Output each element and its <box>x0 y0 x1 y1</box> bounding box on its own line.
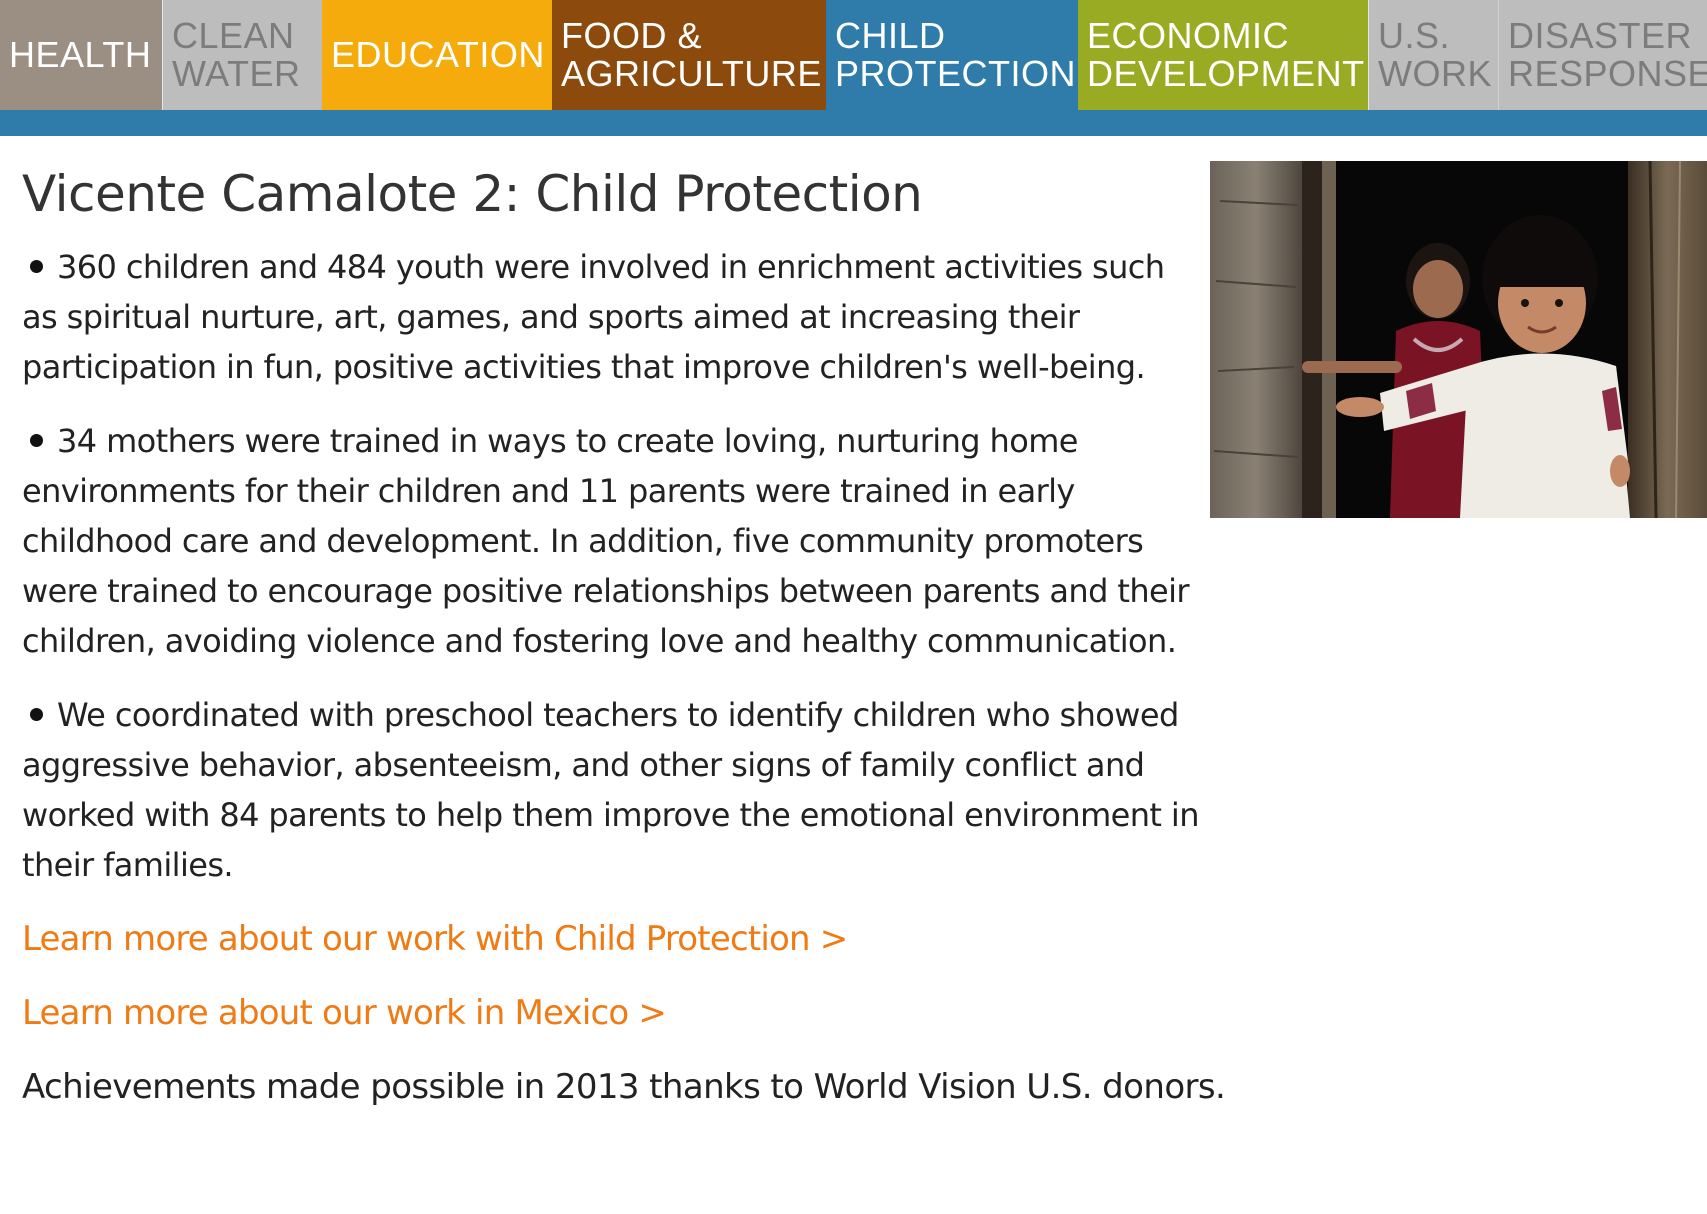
paragraph-text: 34 mothers were trained in ways to creat… <box>22 422 1190 660</box>
tab-label: FOOD & AGRICULTURE <box>561 17 822 93</box>
tab-label-line: CHILD <box>835 15 946 56</box>
tab-label-line: AGRICULTURE <box>561 53 822 94</box>
category-nav: HEALTH CLEAN WATER EDUCATION FOOD & AGRI… <box>0 0 1707 110</box>
tab-label-line: DEVELOPMENT <box>1087 53 1365 94</box>
tab-us-work[interactable]: U.S. WORK <box>1368 0 1498 110</box>
achievement-paragraph: 34 mothers were trained in ways to creat… <box>22 416 1207 666</box>
tab-economic-development[interactable]: ECONOMIC DEVELOPMENT <box>1078 0 1368 110</box>
tab-label: EDUCATION <box>331 36 545 74</box>
tab-label-line: PROTECTION <box>835 53 1077 94</box>
tab-food-agriculture[interactable]: FOOD & AGRICULTURE <box>552 0 826 110</box>
tab-child-protection[interactable]: CHILD PROTECTION <box>826 0 1078 110</box>
tab-label: CHILD PROTECTION <box>835 17 1076 93</box>
bullet-icon <box>30 707 43 721</box>
achievement-paragraph: 360 children and 484 youth were involved… <box>22 242 1207 392</box>
achievement-paragraph: We coordinated with preschool teachers t… <box>22 690 1207 890</box>
paragraph-text: 360 children and 484 youth were involved… <box>22 248 1165 386</box>
tab-clean-water[interactable]: CLEAN WATER <box>162 0 322 110</box>
mexico-link[interactable]: Learn more about our work in Mexico > <box>22 988 1207 1038</box>
tab-label: DISASTER RESPONSE <box>1508 17 1707 93</box>
tab-label-line: WORK <box>1378 53 1492 94</box>
page-title: Vicente Camalote 2: Child Protection <box>22 165 923 223</box>
children-photo <box>1210 161 1707 518</box>
tab-education[interactable]: EDUCATION <box>322 0 552 110</box>
tab-label-line: RESPONSE <box>1508 53 1707 94</box>
accent-bar <box>0 110 1707 136</box>
donor-note: Achievements made possible in 2013 thank… <box>22 1067 1226 1107</box>
tab-label: U.S. WORK <box>1378 17 1492 93</box>
tab-label-line: EDUCATION <box>331 34 545 75</box>
article: Vicente Camalote 2: Child Protection 360… <box>22 160 1226 1112</box>
tab-label-line: CLEAN <box>172 15 295 56</box>
children-photo-illustration <box>1210 161 1707 518</box>
paragraph-text: We coordinated with preschool teachers t… <box>22 696 1200 884</box>
tab-label-line: WATER <box>172 53 301 94</box>
tab-label: HEALTH <box>9 36 151 74</box>
tab-disaster-response[interactable]: DISASTER RESPONSE <box>1498 0 1707 110</box>
tab-label-line: DISASTER <box>1508 15 1693 56</box>
tab-label-line: FOOD & <box>561 15 703 56</box>
tab-label-line: ECONOMIC <box>1087 15 1289 56</box>
tab-label-line: U.S. <box>1378 15 1451 56</box>
tab-label-line: HEALTH <box>9 34 152 75</box>
tab-health[interactable]: HEALTH <box>0 0 162 110</box>
bullet-icon <box>30 433 43 447</box>
tab-label: CLEAN WATER <box>172 17 300 93</box>
tab-label: ECONOMIC DEVELOPMENT <box>1087 17 1365 93</box>
bullet-icon <box>30 259 43 273</box>
child-protection-link[interactable]: Learn more about our work with Child Pro… <box>22 914 1207 964</box>
